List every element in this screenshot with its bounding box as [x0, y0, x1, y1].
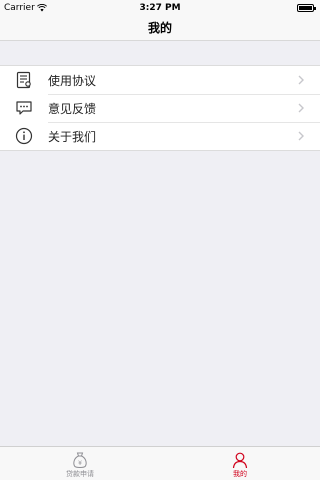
feedback-icon: [15, 99, 33, 117]
menu-item-label: 使用协议: [48, 73, 97, 88]
tab-bar: ¥ 贷款申请 我的: [0, 446, 320, 480]
menu-item-usage-agreement[interactable]: 使用协议: [0, 66, 320, 94]
menu-item-label: 关于我们: [48, 129, 97, 144]
chevron-right-icon: [298, 103, 304, 113]
settings-menu: 使用协议 意见反馈 关于我们: [0, 65, 320, 151]
person-icon: [232, 452, 248, 469]
app-screen: Carrier 3:27 PM 我的 使用协议 意见反馈 关于我们 ¥ 贷款申请…: [0, 0, 320, 480]
agreement-icon: [15, 71, 33, 89]
tab-label: 贷款申请: [66, 470, 94, 478]
tab-label: 我的: [233, 470, 247, 478]
status-time: 3:27 PM: [139, 3, 181, 13]
chevron-right-icon: [298, 131, 304, 141]
tab-loan-application[interactable]: ¥ 贷款申请: [50, 447, 110, 480]
status-bar: Carrier 3:27 PM: [0, 0, 320, 16]
page-title: 我的: [147, 21, 172, 35]
navigation-bar: 我的: [0, 16, 320, 41]
battery-icon: [297, 4, 316, 12]
svg-text:¥: ¥: [78, 460, 82, 467]
info-icon: [15, 127, 33, 145]
chevron-right-icon: [298, 75, 304, 85]
menu-item-about-us[interactable]: 关于我们: [0, 122, 320, 150]
menu-item-feedback[interactable]: 意见反馈: [0, 94, 320, 122]
menu-item-label: 意见反馈: [48, 101, 97, 116]
money-bag-icon: ¥: [73, 452, 87, 468]
tab-mine[interactable]: 我的: [210, 447, 270, 480]
